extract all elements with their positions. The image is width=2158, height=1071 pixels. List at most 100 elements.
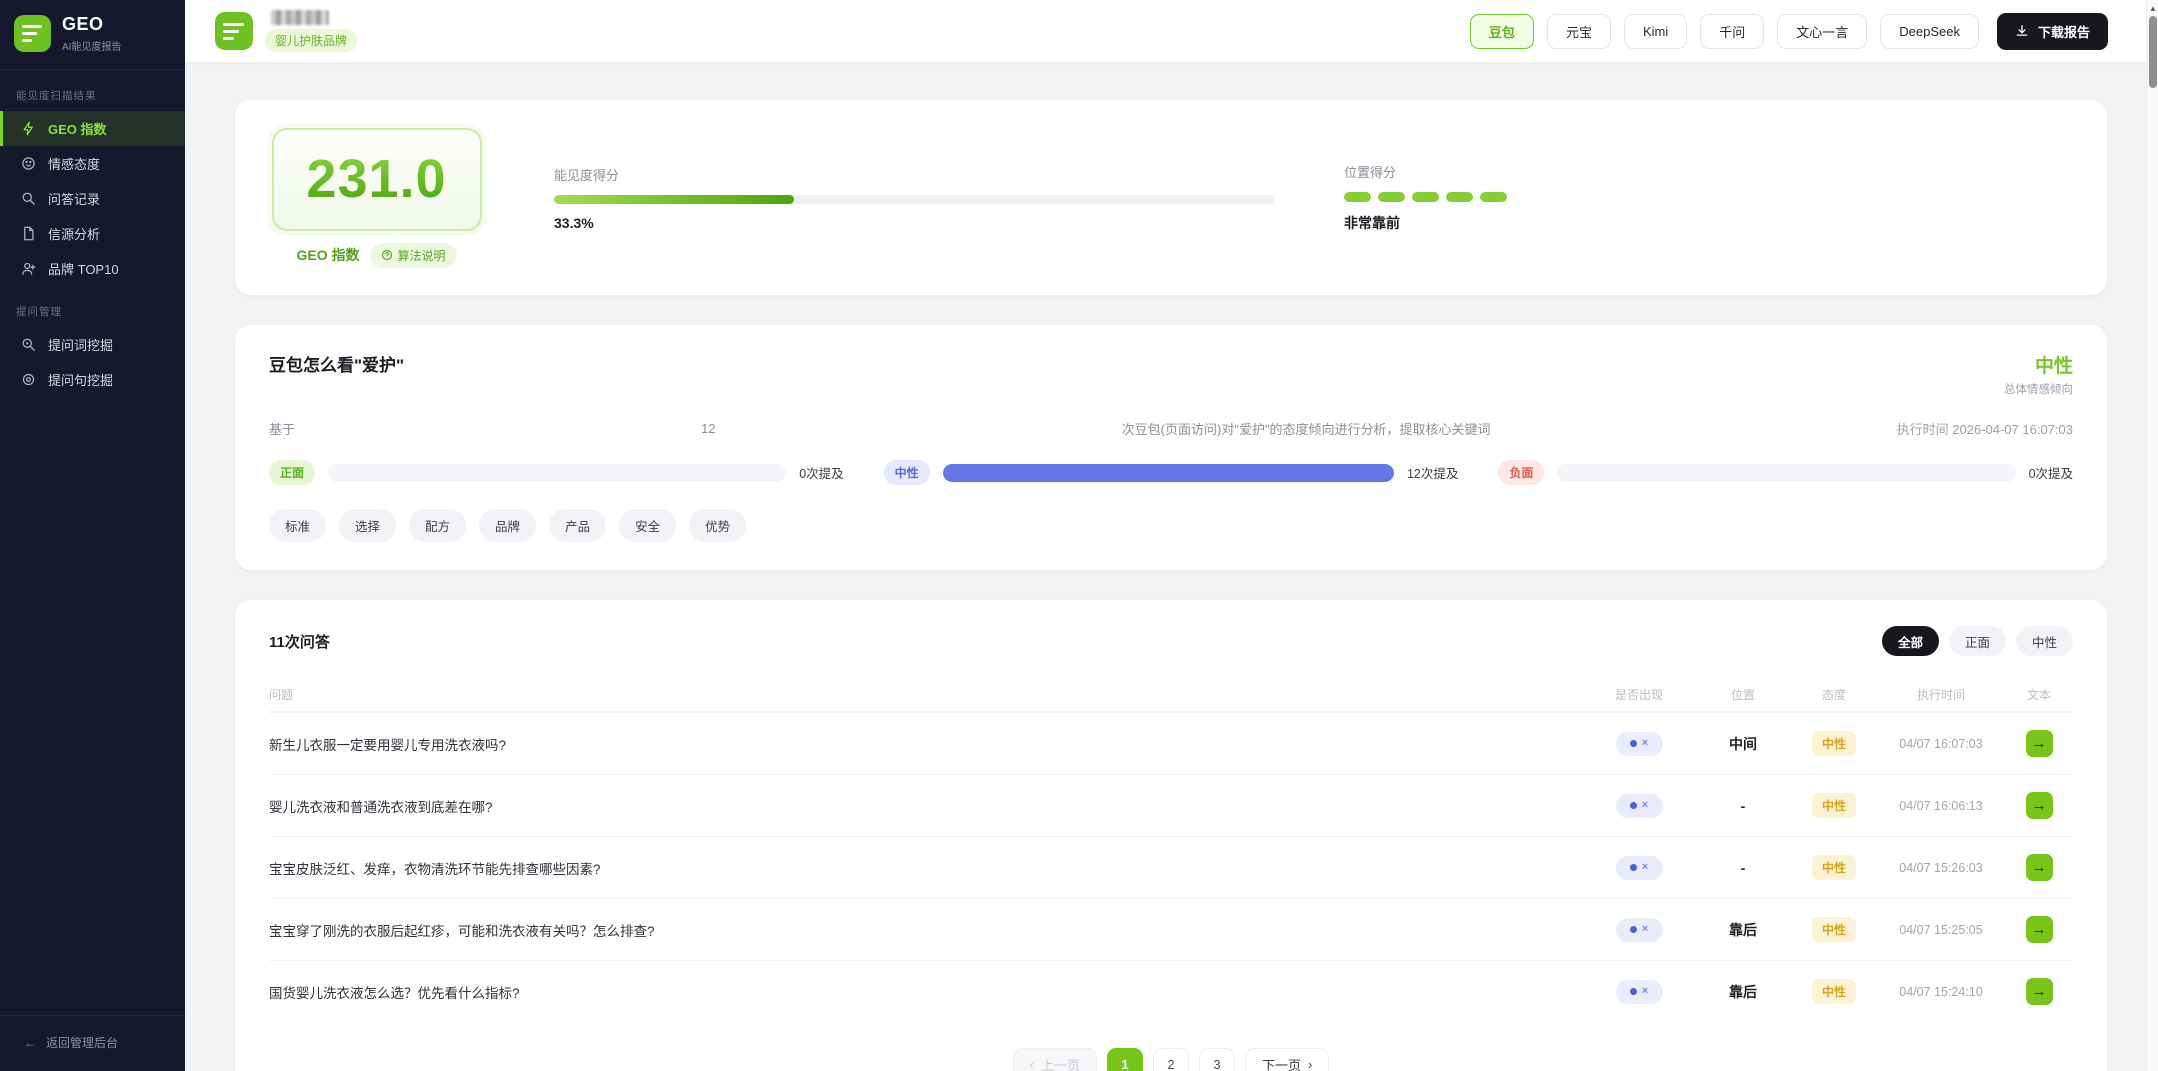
sidebar-item-source-analysis[interactable]: 信源分析 xyxy=(0,216,185,251)
app-subtitle: AI能见度报告 xyxy=(62,38,121,53)
keyword-tag[interactable]: 品牌 xyxy=(479,509,536,542)
negative-pill: 负面 xyxy=(1498,460,1544,485)
keyword-tag[interactable]: 优势 xyxy=(689,509,746,542)
x-mark-icon: × xyxy=(1642,986,1648,997)
model-tab-deepseek[interactable]: DeepSeek xyxy=(1880,14,1979,49)
col-appeared: 是否出现 xyxy=(1583,686,1695,703)
model-tab-qianwen[interactable]: 千问 xyxy=(1700,14,1764,49)
download-report-label: 下载报告 xyxy=(2038,22,2090,41)
download-report-button[interactable]: 下载报告 xyxy=(1997,13,2108,50)
chevron-left-icon: ‹ xyxy=(1030,1057,1034,1071)
position-value: - xyxy=(1695,798,1791,814)
app-title: GEO xyxy=(62,14,121,35)
model-tab-yuanbao[interactable]: 元宝 xyxy=(1547,14,1611,49)
sidebar-item-qa-records[interactable]: 问答记录 xyxy=(0,181,185,216)
sidebar-item-brand-top10[interactable]: 品牌 TOP10 xyxy=(0,251,185,286)
pagination: ‹ 上一页 1 2 3 下一页 › xyxy=(269,1048,2073,1071)
download-icon xyxy=(2015,24,2029,38)
page-button-3[interactable]: 3 xyxy=(1199,1048,1235,1071)
qa-filters: 全部 正面 中性 xyxy=(1882,626,2073,656)
position-status-value: 非常靠前 xyxy=(1344,213,1507,233)
qa-table-header: 问题 是否出现 位置 态度 执行时间 文本 xyxy=(269,678,2073,712)
open-answer-button[interactable]: → xyxy=(2026,792,2053,819)
neutral-bar-fill xyxy=(943,464,1394,482)
table-row: 新生儿衣服一定要用婴儿专用洗衣液吗? × 中间 中性 04/07 16:07:0… xyxy=(269,712,2073,774)
visibility-score-label: 能见度得分 xyxy=(554,165,1274,184)
sidebar-logo-row: GEO AI能见度报告 xyxy=(0,0,185,70)
question-text: 宝宝皮肤泛红、发痒，衣物清洗环节能先排查哪些因素? xyxy=(269,858,1583,878)
question-text: 新生儿衣服一定要用婴儿专用洗衣液吗? xyxy=(269,734,1583,754)
page-button-2[interactable]: 2 xyxy=(1153,1048,1189,1071)
scrollbar-thumb[interactable] xyxy=(2149,16,2157,88)
geo-score-label: GEO 指数 xyxy=(296,245,359,265)
scroll-up-arrow-icon[interactable]: ▲ xyxy=(2147,2,2158,14)
model-tab-kimi[interactable]: Kimi xyxy=(1624,14,1687,49)
open-answer-button[interactable]: → xyxy=(2026,978,2053,1005)
col-question: 问题 xyxy=(269,686,1583,703)
table-row: 国货婴儿洗衣液怎么选？优先看什么指标? × 靠后 中性 04/07 15:24:… xyxy=(269,960,2073,1022)
table-row: 婴儿洗衣液和普通洗衣液到底差在哪? × - 中性 04/07 16:06:13 … xyxy=(269,774,2073,836)
dot-icon xyxy=(1630,802,1637,809)
keyword-tag[interactable]: 产品 xyxy=(549,509,606,542)
content-scroll-area: 231.0 GEO 指数 算法说明 能见度得分 xyxy=(185,62,2158,1071)
sidebar-item-sentiment[interactable]: 情感态度 xyxy=(0,146,185,181)
smiley-icon xyxy=(20,155,37,172)
x-mark-icon: × xyxy=(1642,924,1648,935)
col-position: 位置 xyxy=(1695,686,1791,703)
visibility-progress-fill xyxy=(554,195,794,204)
qa-card-title: 11次问答 xyxy=(269,631,330,652)
meta-count: 12 xyxy=(701,421,715,436)
next-page-button[interactable]: 下一页 › xyxy=(1245,1048,1329,1071)
algorithm-info-button[interactable]: 算法说明 xyxy=(370,243,457,268)
keyword-tag[interactable]: 配方 xyxy=(409,509,466,542)
meta-prefix: 基于 xyxy=(269,419,295,438)
filter-positive-button[interactable]: 正面 xyxy=(1949,626,2006,656)
dot-icon xyxy=(1630,926,1637,933)
sidebar-item-keyword-mining[interactable]: 提问词挖掘 xyxy=(0,327,185,362)
sidebar-item-sentence-mining[interactable]: 提问句挖掘 xyxy=(0,362,185,397)
sidebar-item-geo-index[interactable]: GEO 指数 xyxy=(0,111,185,146)
model-tab-doubao[interactable]: 豆包 xyxy=(1470,14,1534,49)
appeared-badge: × xyxy=(1616,980,1663,1004)
page-button-1[interactable]: 1 xyxy=(1107,1048,1143,1071)
help-icon xyxy=(381,249,393,261)
keyword-tag[interactable]: 安全 xyxy=(619,509,676,542)
appeared-badge: × xyxy=(1616,856,1663,880)
position-score-label: 位置得分 xyxy=(1344,162,1507,181)
app-root: GEO AI能见度报告 能见度扫描结果 GEO 指数 情感态度 问答记录 xyxy=(0,0,2158,1071)
appeared-badge: × xyxy=(1616,794,1663,818)
document-icon xyxy=(20,225,37,242)
visibility-progress-bar xyxy=(554,195,1274,204)
neutral-pill: 中性 xyxy=(884,460,930,485)
prev-page-button[interactable]: ‹ 上一页 xyxy=(1013,1048,1097,1071)
window-scrollbar[interactable]: ▲ xyxy=(2146,0,2158,1071)
keyword-tag[interactable]: 选择 xyxy=(339,509,396,542)
open-answer-button[interactable]: → xyxy=(2026,916,2053,943)
col-attitude: 态度 xyxy=(1791,686,1877,703)
x-mark-icon: × xyxy=(1642,738,1648,749)
positive-bar-track xyxy=(328,464,786,482)
question-text: 宝宝穿了刚洗的衣服后起红疹，可能和洗衣液有关吗？怎么排查? xyxy=(269,920,1583,940)
sidebar-item-label: 提问句挖掘 xyxy=(48,370,113,389)
sidebar-item-label: 信源分析 xyxy=(48,224,100,243)
open-answer-button[interactable]: → xyxy=(2026,854,2053,881)
keyword-tag[interactable]: 标准 xyxy=(269,509,326,542)
execution-time: 04/07 16:06:13 xyxy=(1877,799,2005,813)
lightning-icon xyxy=(20,120,37,137)
negative-bar-group: 负面 0次提及 xyxy=(1498,460,2073,485)
back-to-admin-label: 返回管理后台 xyxy=(46,1034,118,1051)
dot-icon xyxy=(1630,988,1637,995)
geo-score-box: 231.0 xyxy=(272,128,482,231)
back-to-admin-button[interactable]: ← 返回管理后台 xyxy=(0,1015,185,1071)
appeared-badge: × xyxy=(1616,732,1663,756)
model-tab-wenxin[interactable]: 文心一言 xyxy=(1777,14,1867,49)
open-answer-button[interactable]: → xyxy=(2026,730,2053,757)
meta-execution-time: 执行时间 2026-04-07 16:07:03 xyxy=(1897,419,2073,438)
attitude-badge: 中性 xyxy=(1812,979,1856,1004)
neutral-bar-track xyxy=(943,464,1394,482)
sentiment-meta-row: 基于 12 次豆包(页面访问)对"爱护"的态度倾向进行分析，提取核心关键词 执行… xyxy=(269,419,2073,438)
filter-all-button[interactable]: 全部 xyxy=(1882,626,1939,656)
filter-neutral-button[interactable]: 中性 xyxy=(2016,626,2073,656)
next-page-label: 下一页 xyxy=(1262,1055,1301,1071)
back-arrow-icon: ← xyxy=(24,1036,36,1050)
